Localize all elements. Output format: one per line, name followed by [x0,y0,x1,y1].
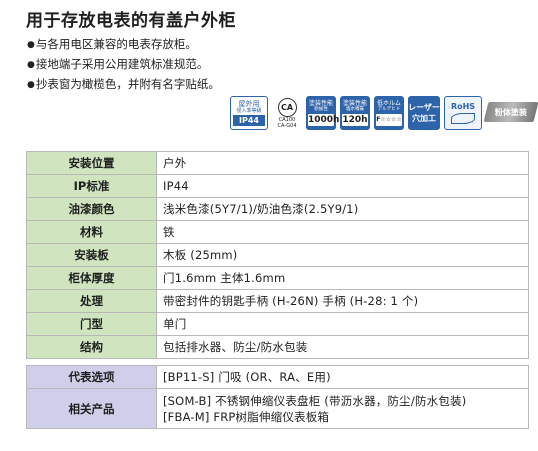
spec-value: 单门 [156,312,529,336]
spec-value: 木板 (25mm) [156,243,529,267]
spec-label: 材料 [26,220,157,244]
salt-spray-badge-icon: 塗装性能 塩水噴霧 120h [340,96,370,130]
option-table: 代表选项 [BP11-S] 门吸 (OR、RA、E用) 相关产品 [SOM-B]… [26,365,529,429]
feature-item: 抄表窗为橄榄色，并附有名字贴纸。 [27,75,220,95]
ca-mark-icon: CA CA100 CA-G04 [272,96,302,130]
related-product-item: [SOM-B] 不锈钢伸缩仪表盘柜 (带沥水器，防尘/防水包装) [163,393,467,408]
spec-value: 浅米色漆(5Y7/1)/奶油色漆(2.5Y9/1) [156,197,529,221]
spec-label: 安装板 [26,243,157,267]
related-products-label: 相关产品 [26,388,157,429]
table-row: 材料铁 [26,220,529,244]
feature-list: 与各用电区兼容的电表存放柜。 接地端子采用公用建筑标准规范。 抄表窗为橄榄色，并… [27,35,220,95]
option-label: 代表选项 [26,365,157,389]
table-row: 代表选项 [BP11-S] 门吸 (OR、RA、E用) [26,365,529,389]
rohs-badge-icon: RoHS [444,96,482,130]
ip44-badge-icon: 屋外用 侵入率等級 IP44 [230,96,268,130]
spec-value: 户外 [156,151,529,175]
related-product-item: [FBA-M] FRP树脂伸缩仪表板箱 [163,409,330,424]
spec-value: 包括排水器、防尘/防水包装 [156,335,529,359]
table-row: 相关产品 [SOM-B] 不锈钢伸缩仪表盘柜 (带沥水器，防尘/防水包装) [F… [26,388,529,429]
spec-value: IP44 [156,174,529,198]
spec-label: 油漆颜色 [26,197,157,221]
table-row: 安装位置 户外 [26,151,529,175]
weather-resistance-badge-icon: 塗装性能 耐候性 1000h [306,96,339,130]
option-value: [BP11-S] 门吸 (OR、RA、E用) [156,365,529,389]
table-row: 安装板 木板 (25mm) [26,243,529,267]
leaf-icon [451,113,475,124]
spec-label: 柜体厚度 [26,266,157,290]
spec-label: 安装位置 [26,151,157,175]
laser-drilling-badge-icon: レーザー 穴加工 [408,96,440,130]
spec-label: 处理 [26,289,157,313]
spec-value: 铁 [156,220,529,244]
spec-value: 带密封件的钥匙手柄 (H-26N) 手柄 (H-28: 1 个) [156,289,529,313]
low-formaldehyde-badge-icon: 低ホルム アルデヒド F☆☆☆☆ [374,96,404,130]
spec-value: 门1.6mm 主体1.6mm [156,266,529,290]
table-row: 柜体厚度 门1.6mm 主体1.6mm [26,266,529,290]
related-products-value: [SOM-B] 不锈钢伸缩仪表盘柜 (带沥水器，防尘/防水包装) [FBA-M]… [156,388,529,429]
page-title: 用于存放电表的有盖户外柜 [26,11,236,31]
table-row: 结构 包括排水器、防尘/防水包装 [26,335,529,359]
table-row: 油漆颜色 浅米色漆(5Y7/1)/奶油色漆(2.5Y9/1) [26,197,529,221]
spec-label: 门型 [26,312,157,336]
feature-item: 与各用电区兼容的电表存放柜。 [27,35,220,55]
table-row: 处理 带密封件的钥匙手柄 (H-26N) 手柄 (H-28: 1 个) [26,289,529,313]
spec-table: 安装位置 户外 IP标准 IP44 油漆颜色 浅米色漆(5Y7/1)/奶油色漆(2.5… [26,151,529,359]
certification-badges: 屋外用 侵入率等級 IP44 CA CA100 CA-G04 塗装性能 耐候性 … [230,96,538,132]
spec-label: IP标准 [26,174,157,198]
table-row: 门型 单门 [26,312,529,336]
powder-coating-badge-icon: 粉体塗装 [483,102,538,122]
feature-item: 接地端子采用公用建筑标准规范。 [27,55,220,75]
spec-label: 结构 [26,335,157,359]
table-row: IP标准 IP44 [26,174,529,198]
